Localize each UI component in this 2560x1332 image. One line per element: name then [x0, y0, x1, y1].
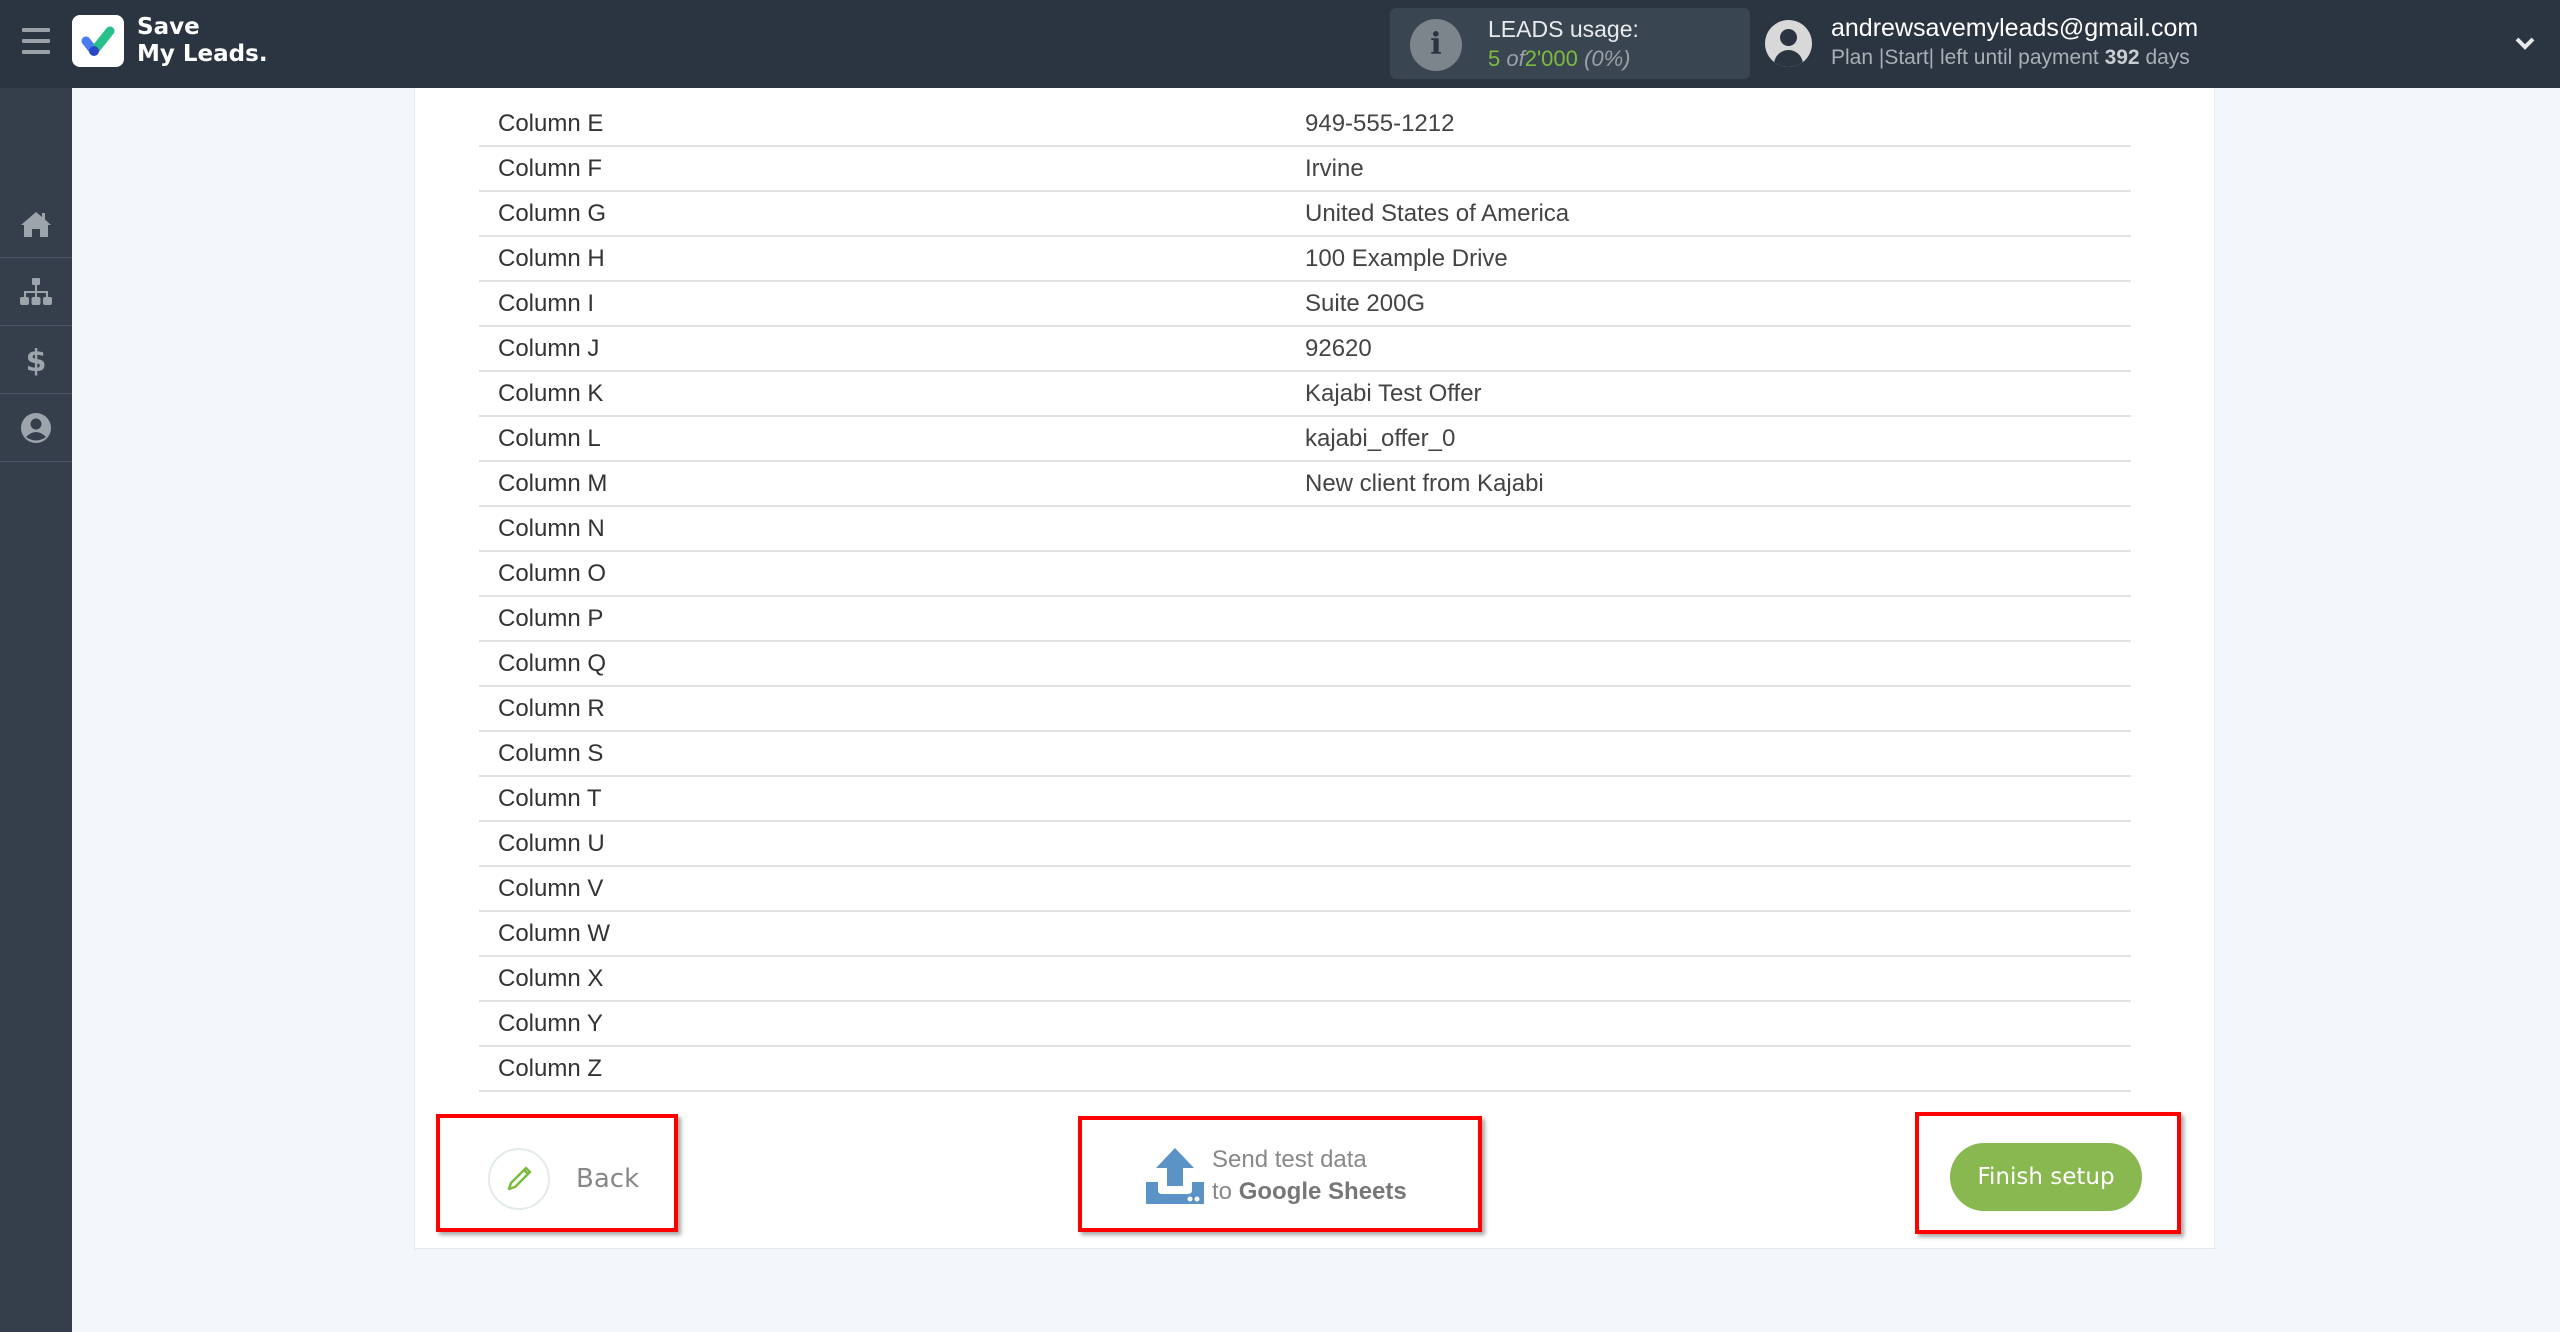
- info-icon: i: [1410, 19, 1462, 71]
- column-name: Column Q: [498, 649, 607, 677]
- table-row: Column F Irvine: [479, 147, 2131, 192]
- days-left: 392: [2104, 46, 2140, 69]
- column-name: Column W: [498, 919, 611, 947]
- top-bar: Save My Leads. i LEADS usage: 5 of2'000 …: [0, 0, 2560, 88]
- column-value: 100 Example Drive: [1305, 244, 1508, 272]
- column-value: Kajabi Test Offer: [1305, 379, 1482, 407]
- svg-text:$: $: [26, 344, 47, 378]
- home-icon: [21, 211, 51, 237]
- column-name: Column T: [498, 784, 602, 812]
- user-circle-icon: [21, 412, 51, 443]
- column-name: Column E: [498, 109, 604, 137]
- send-line-2-prefix: to: [1212, 1178, 1233, 1205]
- column-name: Column N: [498, 514, 605, 542]
- account-email[interactable]: andrewsavemyleads@gmail.com: [1831, 14, 2198, 43]
- send-target: Google Sheets: [1238, 1178, 1407, 1205]
- column-name: Column V: [498, 874, 604, 902]
- column-value: 949-555-1212: [1305, 109, 1455, 137]
- table-row: Column L kajabi_offer_0: [479, 417, 2131, 462]
- column-value: New client from Kajabi: [1305, 469, 1544, 497]
- column-name: Column R: [498, 694, 605, 722]
- usage-title: LEADS usage:: [1488, 16, 1639, 42]
- finish-setup-button[interactable]: Finish setup: [1950, 1143, 2142, 1211]
- content-card: Column E 949-555-1212 Column F Irvine Column…: [414, 88, 2215, 1249]
- column-name: Column F: [498, 154, 603, 182]
- column-value: Irvine: [1305, 154, 1364, 182]
- column-name: Column H: [498, 244, 605, 272]
- table-row: Column X: [479, 957, 2131, 1002]
- column-name: Column J: [498, 334, 600, 362]
- column-name: Column O: [498, 559, 607, 587]
- table-row: Column V: [479, 867, 2131, 912]
- upload-icon: [1146, 1148, 1204, 1204]
- field-table: Column E 949-555-1212 Column F Irvine Column…: [479, 102, 2131, 1092]
- column-name: Column S: [498, 739, 604, 767]
- leads-usage-panel: i LEADS usage: 5 of2'000 (0%): [1390, 8, 1750, 79]
- column-name: Column M: [498, 469, 608, 497]
- column-name: Column K: [498, 379, 604, 407]
- account-plan: Plan |Start| left until payment 392 days: [1831, 46, 2190, 70]
- column-value: Suite 200G: [1305, 289, 1426, 317]
- menu-toggle-icon[interactable]: [22, 28, 50, 58]
- column-name: Column Z: [498, 1054, 603, 1082]
- sitemap-icon: [20, 277, 52, 305]
- back-button[interactable]: Back: [488, 1148, 639, 1210]
- usage-value: 5 of2'000 (0%): [1488, 46, 1630, 72]
- table-row: Column U: [479, 822, 2131, 867]
- table-row: Column O: [479, 552, 2131, 597]
- column-name: Column U: [498, 829, 605, 857]
- logo-line-2: My Leads.: [137, 41, 268, 67]
- column-name: Column G: [498, 199, 607, 227]
- usage-limit: 2'000: [1524, 46, 1578, 71]
- dollar-icon: $: [26, 344, 47, 378]
- table-row: Column P: [479, 597, 2131, 642]
- back-label: Back: [576, 1164, 640, 1194]
- column-name: Column Y: [498, 1009, 603, 1037]
- sidebar-item-billing[interactable]: $: [0, 326, 72, 394]
- logo-icon[interactable]: [72, 15, 124, 67]
- logo-text[interactable]: Save My Leads.: [137, 14, 268, 68]
- table-row: Column J 92620: [479, 327, 2131, 372]
- table-row: Column S: [479, 732, 2131, 777]
- days-suffix: days: [2145, 46, 2190, 69]
- table-row: Column M New client from Kajabi: [479, 462, 2131, 507]
- table-row: Column T: [479, 777, 2131, 822]
- table-row: Column H 100 Example Drive: [479, 237, 2131, 282]
- sidebar-item-profile[interactable]: [0, 394, 72, 462]
- sidebar: $: [0, 88, 72, 1332]
- column-name: Column L: [498, 424, 601, 452]
- send-test-data-label: Send test data to Google Sheets: [1212, 1144, 1407, 1208]
- send-test-data-button[interactable]: Send test data to Google Sheets: [1146, 1144, 1407, 1208]
- table-row: Column G United States of America: [479, 192, 2131, 237]
- usage-used: 5: [1488, 46, 1501, 71]
- table-row: Column K Kajabi Test Offer: [479, 372, 2131, 417]
- sidebar-item-home[interactable]: [0, 190, 72, 258]
- table-row: Column R: [479, 687, 2131, 732]
- plan-text: Plan |Start| left until payment: [1831, 46, 2099, 69]
- table-row: Column Z: [479, 1047, 2131, 1092]
- column-name: Column P: [498, 604, 604, 632]
- column-value: 92620: [1305, 334, 1372, 362]
- pencil-icon: [488, 1148, 550, 1210]
- table-row: Column I Suite 200G: [479, 282, 2131, 327]
- column-value: kajabi_offer_0: [1305, 424, 1456, 452]
- send-line-1: Send test data: [1212, 1146, 1367, 1173]
- chevron-down-icon[interactable]: [2514, 32, 2536, 54]
- logo-line-1: Save: [137, 14, 200, 40]
- usage-percent: (0%): [1584, 46, 1631, 71]
- table-row: Column Y: [479, 1002, 2131, 1047]
- table-row: Column W: [479, 912, 2131, 957]
- column-name: Column X: [498, 964, 604, 992]
- usage-of: of: [1506, 46, 1525, 71]
- table-row: Column E 949-555-1212: [479, 102, 2131, 147]
- column-value: United States of America: [1305, 199, 1570, 227]
- column-name: Column I: [498, 289, 595, 317]
- table-row: Column Q: [479, 642, 2131, 687]
- sidebar-item-connections[interactable]: [0, 258, 72, 326]
- avatar-icon[interactable]: [1765, 20, 1812, 67]
- table-row: Column N: [479, 507, 2131, 552]
